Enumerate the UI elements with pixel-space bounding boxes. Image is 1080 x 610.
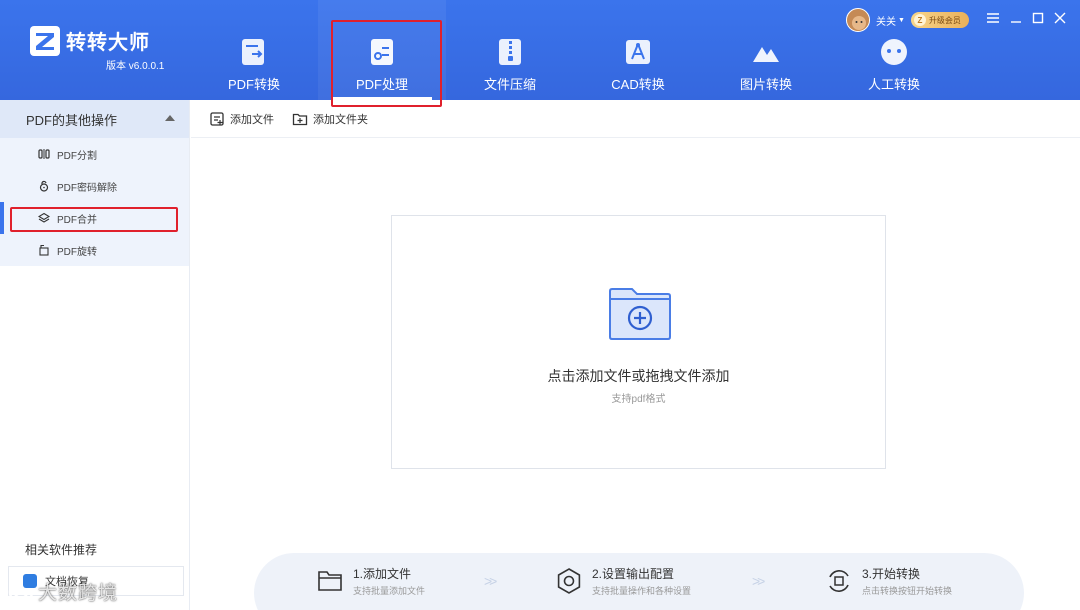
drop-zone-title: 点击添加文件或拖拽文件添加 (547, 368, 730, 384)
add-folder-button[interactable]: 添加文件夹 (292, 111, 368, 127)
chevron-right-icon: >> (752, 573, 765, 589)
settings-icon (557, 568, 581, 594)
sidebar-item-pdf-rotate[interactable]: PDF旋转 (0, 234, 189, 266)
collapse-arrow-icon[interactable] (165, 115, 175, 121)
avatar[interactable] (846, 8, 870, 32)
step-start-convert: 3.开始转换 点击转换按钮开始转换 (825, 567, 952, 597)
steps-bar: 1.添加文件 支持批量添加文件 >> 2.设置输出配置 支持批量操作和各种设置 … (254, 553, 1024, 610)
tab-label: PDF处理 (355, 77, 408, 92)
sidebar-item-pdf-split[interactable]: PDF分割 (0, 138, 189, 170)
zip-icon (499, 39, 521, 65)
add-file-label: 添加文件 (230, 113, 274, 126)
vip-badge-icon: Z (913, 14, 926, 26)
tab-label: 人工转换 (867, 77, 920, 92)
tab-label: 图片转换 (739, 77, 792, 92)
upgrade-vip-button[interactable]: Z 升级会员 (910, 12, 969, 28)
add-folder-icon (292, 113, 308, 125)
tab-label: CAD转换 (611, 77, 665, 92)
step-output-settings: 2.设置输出配置 支持批量操作和各种设置 (555, 567, 691, 597)
sidebar-item-label: PDF分割 (57, 150, 97, 162)
drop-zone-subtitle: 支持pdf格式 (611, 394, 666, 405)
sidebar-item-pdf-merge[interactable]: PDF合并 (0, 202, 189, 234)
sidebar: PDF的其他操作 PDF分割 PDF密码解除 PDF合并 PDF旋转 相关软件推… (0, 100, 190, 610)
sidebar-item-label: PDF旋转 (57, 246, 97, 258)
app-version: 版本 v6.0.0.1 (106, 61, 165, 72)
sidebar-item-label: PDF密码解除 (57, 182, 117, 194)
add-folder-label: 添加文件夹 (313, 113, 368, 126)
convert-icon (829, 570, 849, 592)
tab-image-convert[interactable]: 图片转换 (702, 0, 830, 100)
tab-cad-convert[interactable]: CAD转换 (574, 0, 702, 100)
step-subtitle: 支持批量添加文件 (353, 586, 426, 596)
user-menu[interactable]: 关关 ▼ Z 升级会员 (846, 8, 969, 32)
step-title: 2.设置输出配置 (592, 567, 675, 581)
sidebar-section-title: PDF的其他操作 (26, 112, 118, 128)
step-title: 3.开始转换 (862, 567, 921, 581)
caret-down-icon[interactable]: ▼ (898, 17, 905, 24)
layers-icon (38, 212, 50, 223)
app-name: 转转大师 (66, 32, 150, 54)
sidebar-item-pdf-unlock[interactable]: PDF密码解除 (0, 170, 189, 202)
doc-recovery-icon (23, 574, 37, 588)
minimize-icon[interactable] (1008, 10, 1024, 26)
main-nav: PDF转换 PDF处理 文件压缩 CAD转换 图片转换 人工转换 (190, 0, 958, 100)
recommend-title: 相关软件推荐 (25, 543, 98, 557)
toolbar: 添加文件 添加文件夹 (191, 100, 1080, 138)
pdf-convert-icon (242, 39, 264, 65)
folder-icon (318, 571, 342, 591)
pdf-process-icon (371, 39, 393, 65)
unlock-icon (39, 180, 49, 192)
sidebar-section-header[interactable]: PDF的其他操作 (0, 100, 189, 138)
vip-label: 升级会员 (928, 15, 961, 25)
user-name[interactable]: 关关 (876, 13, 896, 28)
chevron-right-icon: >> (484, 573, 497, 589)
tab-file-compress[interactable]: 文件压缩 (446, 0, 574, 100)
rotate-icon (39, 244, 49, 256)
avatar-face-icon (847, 9, 869, 31)
recommend-item-doc-recovery[interactable]: 文档恢复 (8, 566, 184, 596)
cad-icon (626, 40, 650, 64)
add-file-button[interactable]: 添加文件 (209, 111, 274, 127)
tab-pdf-process[interactable]: PDF处理 (318, 0, 446, 100)
folder-add-icon (609, 288, 671, 340)
step-subtitle: 支持批量操作和各种设置 (592, 586, 692, 596)
recommend-item-label: 文档恢复 (45, 576, 89, 588)
add-file-icon (210, 111, 224, 126)
app-logo-icon (30, 26, 60, 56)
maximize-icon[interactable] (1030, 10, 1046, 26)
step-add-file: 1.添加文件 支持批量添加文件 (316, 567, 425, 597)
step-subtitle: 点击转换按钮开始转换 (862, 586, 953, 596)
image-icon (753, 47, 779, 62)
tab-pdf-convert[interactable]: PDF转换 (190, 0, 318, 100)
tab-label: 文件压缩 (483, 77, 536, 92)
step-title: 1.添加文件 (353, 567, 412, 581)
close-icon[interactable] (1052, 10, 1068, 26)
tab-label: PDF转换 (227, 77, 280, 92)
app-header: 转转大师 版本 v6.0.0.1 PDF转换 PDF处理 文件压缩 CAD转换 … (0, 0, 1080, 100)
split-icon (38, 149, 50, 159)
chat-bot-icon (881, 39, 907, 65)
menu-icon[interactable] (985, 10, 1001, 26)
file-drop-zone[interactable]: 点击添加文件或拖拽文件添加 支持pdf格式 (391, 215, 886, 469)
sidebar-item-label: PDF合并 (57, 214, 97, 226)
